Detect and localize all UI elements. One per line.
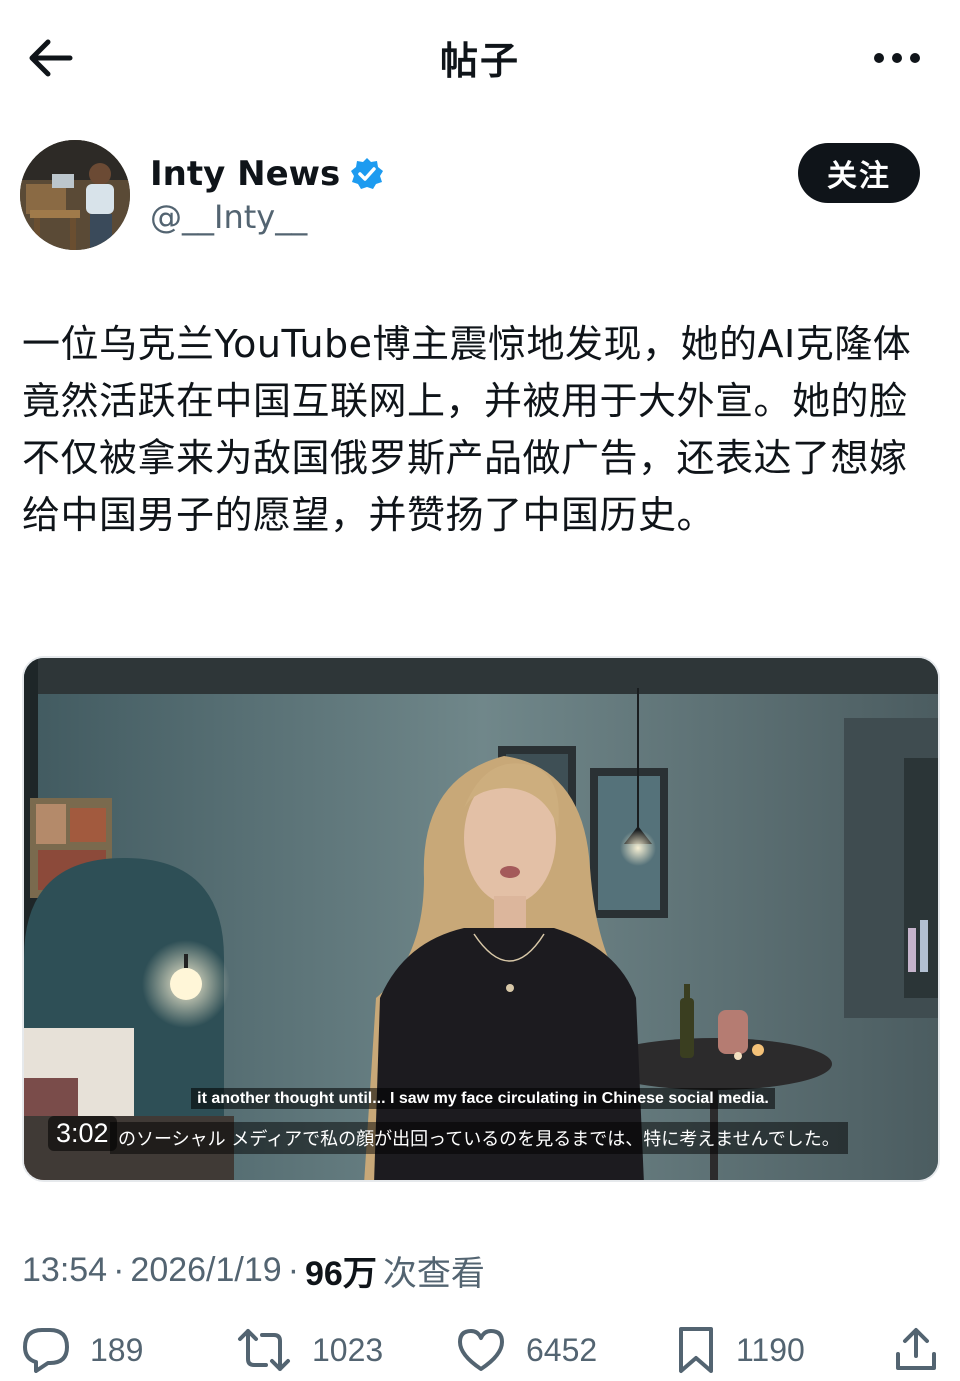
view-count-label: 次查看 [382, 1255, 485, 1293]
author-row: Inty News @__Inty__ 关注 [20, 140, 940, 252]
view-count[interactable]: 96万 [305, 1246, 377, 1295]
verified-badge-icon [350, 157, 384, 191]
meta-separator: · [113, 1251, 125, 1289]
repost-button[interactable]: 1023 [236, 1324, 383, 1376]
like-count: 6452 [526, 1331, 598, 1368]
video-subtitle-english: it another thought until... I saw my fac… [24, 1088, 938, 1109]
reply-button[interactable]: 189 [22, 1324, 143, 1376]
reply-icon [23, 1328, 69, 1373]
page-title: 帖子 [439, 39, 520, 83]
bookmark-button[interactable]: 1190 [676, 1324, 805, 1376]
heart-icon [458, 1329, 504, 1371]
author-handle[interactable]: @__Inty__ [150, 198, 307, 236]
more-horizontal-icon [874, 53, 920, 63]
video-player[interactable]: it another thought until... I saw my fac… [22, 656, 940, 1182]
bookmark-count: 1190 [736, 1331, 805, 1368]
video-subtitle-japanese: のソーシャル メディアで私の顔が出回っているのを見るまでは、特に考えませんでした… [110, 1122, 848, 1154]
post-text: 一位乌克兰YouTube博主震惊地发现，她的AI克隆体竟然活跃在中国互联网上，并… [22, 322, 912, 537]
follow-button[interactable]: 关注 [798, 143, 920, 203]
avatar[interactable] [20, 140, 130, 250]
post-date: 2026/1/19 [130, 1251, 282, 1289]
author-display-name: Inty News [150, 154, 341, 194]
more-button[interactable] [862, 30, 932, 86]
repost-icon [238, 1329, 290, 1371]
share-icon [896, 1328, 936, 1370]
top-bar: 帖子 [0, 0, 960, 112]
video-duration-badge: 3:02 [48, 1116, 117, 1151]
like-button[interactable]: 6452 [456, 1324, 597, 1376]
post-meta: 13:54 · 2026/1/19 · 96万 次查看 [22, 1246, 485, 1295]
reply-count: 189 [90, 1331, 144, 1368]
repost-count: 1023 [312, 1331, 384, 1368]
bookmark-icon [679, 1327, 713, 1373]
meta-separator: · [287, 1251, 300, 1289]
action-bar: 189 1023 6452 1190 [0, 1320, 960, 1381]
post-time: 13:54 [22, 1251, 108, 1289]
subtitle-english-text: it another thought until... I saw my fac… [191, 1088, 775, 1109]
author-name-line[interactable]: Inty News [150, 152, 384, 196]
share-button[interactable] [894, 1324, 938, 1376]
